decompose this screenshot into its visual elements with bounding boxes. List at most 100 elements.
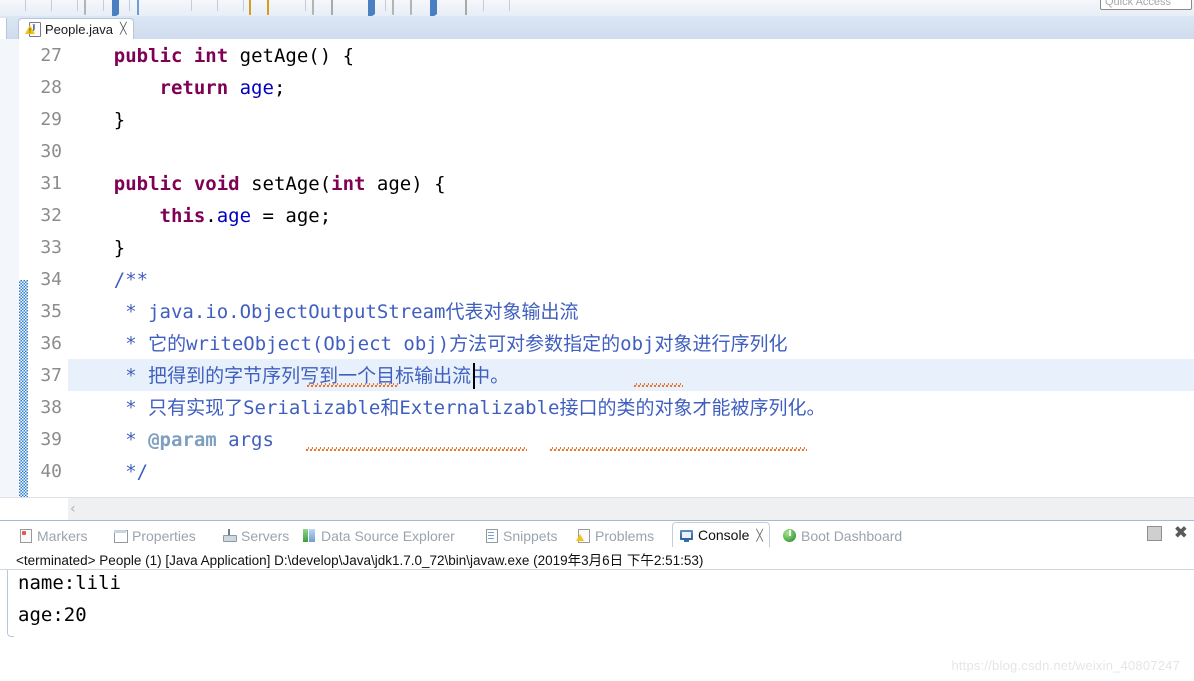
view-tab-data-source-explorer[interactable]: Data Source Explorer	[302, 524, 455, 547]
server-icon[interactable]	[310, 0, 326, 15]
code-token: }	[68, 237, 126, 259]
code-line[interactable]: * @param args	[68, 424, 1194, 456]
code-line[interactable]: }	[68, 104, 1194, 136]
editor-tabstrip: J ! People.java ╳	[0, 16, 1194, 39]
minimize-button[interactable]	[1146, 526, 1162, 541]
view-tab-label: Properties	[132, 527, 196, 544]
properties-icon	[113, 528, 128, 543]
code-line[interactable]: * 它的writeObject(Object obj)方法可对参数指定的obj对…	[68, 328, 1194, 360]
code-token: setAge(	[239, 173, 332, 195]
console-icon	[679, 528, 694, 543]
code-line[interactable]: public int getAge() {	[68, 40, 1194, 72]
toolbar-separator	[48, 0, 54, 13]
code-line[interactable]: */	[68, 456, 1194, 488]
code-line[interactable]: return age;	[68, 72, 1194, 104]
editor-horizontal-scrollbar[interactable]: ‹	[0, 497, 1194, 521]
close-icon[interactable]: ╳	[120, 23, 127, 35]
toolbar-separator	[22, 0, 28, 13]
line-number: 40	[40, 461, 62, 482]
scroll-left-icon[interactable]: ‹	[70, 502, 76, 516]
bookmark-icon[interactable]	[532, 0, 548, 13]
close-view-icon[interactable]: ✖	[1174, 525, 1188, 542]
watermark-text: https://blog.csdn.net/weixin_40807247	[951, 658, 1180, 673]
toolbar-separator	[302, 0, 308, 13]
view-tab-label: Boot Dashboard	[801, 527, 903, 544]
console-output-line: name:lili	[18, 572, 121, 594]
view-tab-boot-dashboard[interactable]: Boot Dashboard	[782, 524, 902, 547]
debug-icon[interactable]	[30, 0, 46, 13]
code-token: return	[159, 77, 229, 99]
view-tab-properties[interactable]: Properties	[113, 524, 196, 547]
console-status-text: <terminated> People (1) [Java Applicatio…	[16, 553, 704, 568]
code-line[interactable]: * 把得到的字节序列写到一个目标输出流中。	[68, 360, 1194, 392]
ruler-icon[interactable]	[488, 0, 504, 13]
yellow-note-icon[interactable]	[284, 0, 300, 13]
chevron-down-icon[interactable]	[364, 0, 380, 16]
java-file-warning-icon: J !	[25, 22, 41, 37]
line-number: 31	[40, 173, 62, 194]
code-token: @param	[148, 429, 217, 451]
code-text-area[interactable]: public int getAge() { return age; } publ…	[68, 39, 1194, 497]
view-tab-snippets[interactable]: Snippets	[484, 524, 557, 547]
text-caret	[473, 363, 475, 389]
bottom-view-tabs: Markers Properties Servers Data Source Expl…	[0, 521, 1194, 547]
code-token: public	[113, 45, 183, 67]
code-line[interactable]	[68, 136, 1194, 168]
terminate-icon[interactable]	[56, 0, 72, 13]
problems-icon	[576, 528, 591, 543]
code-token: args	[216, 429, 274, 451]
quick-access-input[interactable]: Quick Access	[1100, 0, 1192, 10]
close-icon[interactable]: ╳	[756, 529, 763, 542]
step-over-icon[interactable]	[426, 0, 442, 16]
code-token: *	[125, 429, 149, 451]
open-type-icon[interactable]	[134, 0, 150, 15]
code-line[interactable]: public void setAge(int age) {	[68, 168, 1194, 200]
globe-icon[interactable]	[222, 0, 238, 13]
view-tab-console[interactable]: Console ╳	[672, 522, 770, 547]
folder-icon[interactable]	[266, 0, 282, 15]
view-tab-label: Data Source Explorer	[321, 527, 455, 544]
code-editor-pane[interactable]: 27 28 29 30 31 32 33 34 35 36 37 38 39 40 public int …	[0, 39, 1194, 497]
editor-tab-people-java[interactable]: J ! People.java ╳	[18, 18, 134, 39]
open-folder-icon[interactable]	[248, 0, 264, 15]
code-line[interactable]: }	[68, 232, 1194, 264]
toolbar-separator	[100, 0, 106, 13]
next-annotation-icon[interactable]	[108, 0, 124, 16]
code-token: public	[113, 173, 183, 195]
editor-gutter[interactable]	[0, 39, 20, 497]
run-icon[interactable]	[4, 0, 20, 13]
code-token: this	[159, 205, 206, 227]
editor-icon[interactable]	[346, 0, 362, 13]
code-line[interactable]: this.age = age;	[68, 200, 1194, 232]
toolbar-separator	[74, 0, 80, 13]
external-tools-icon[interactable]	[390, 0, 406, 15]
javadoc-icon[interactable]	[152, 0, 168, 13]
line-number-ruler: 27 28 29 30 31 32 33 34 35 36 37 38 39 40	[28, 39, 68, 497]
coverage-icon[interactable]	[462, 0, 478, 15]
bottom-view-stack: Markers Properties Servers Data Source Expl…	[0, 520, 1194, 681]
pin-icon[interactable]	[328, 0, 344, 15]
view-tab-servers[interactable]: Servers	[222, 524, 289, 547]
view-tab-problems[interactable]: Problems	[576, 524, 654, 547]
console-output[interactable]: name:lili age:20 https://blog.csdn.net/w…	[0, 570, 1194, 681]
editor-tab-label: People.java	[45, 21, 113, 37]
marker-icon[interactable]	[514, 0, 530, 13]
refresh-icon[interactable]	[170, 0, 186, 13]
code-line[interactable]: * java.io.ObjectOutputStream代表对象输出流	[68, 296, 1194, 328]
search-icon[interactable]	[196, 0, 212, 13]
code-token: getAge() {	[228, 45, 355, 67]
code-line[interactable]: /**	[68, 264, 1194, 296]
code-line[interactable]: * 只有实现了Serializable和Externalizable接口的类的对…	[68, 392, 1194, 424]
pause-icon[interactable]	[408, 0, 424, 15]
code-token: age	[239, 77, 274, 99]
code-token: = age;	[251, 205, 332, 227]
save-icon[interactable]	[82, 0, 98, 15]
view-tab-markers[interactable]: Markers	[18, 524, 88, 547]
step-into-icon[interactable]	[444, 0, 460, 13]
view-action-buttons: ✖	[1146, 525, 1188, 542]
toolbar-separator	[240, 0, 246, 13]
